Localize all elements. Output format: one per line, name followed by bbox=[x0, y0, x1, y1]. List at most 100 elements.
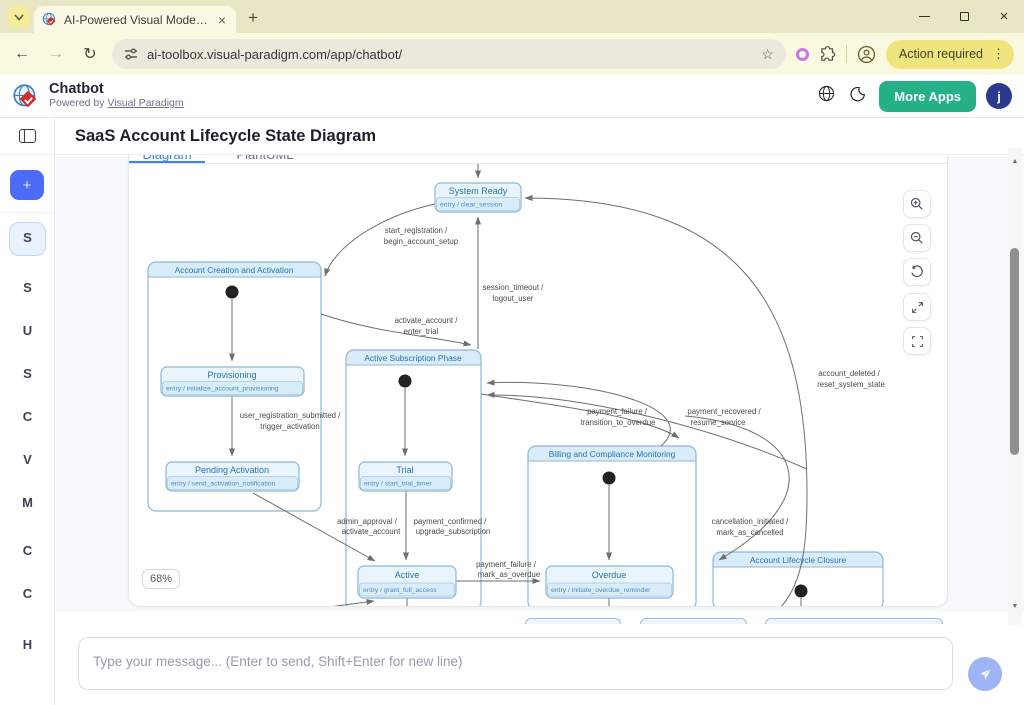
reload-button[interactable]: ↻ bbox=[78, 44, 102, 64]
zoom-in-button[interactable] bbox=[903, 190, 931, 218]
fullscreen-button[interactable] bbox=[903, 327, 931, 355]
extension-icon[interactable] bbox=[796, 48, 809, 61]
svg-text:account_deleted /: account_deleted / bbox=[818, 369, 880, 378]
sidebar-divider bbox=[0, 212, 54, 213]
message-input[interactable] bbox=[79, 638, 952, 689]
maximize-icon bbox=[960, 12, 969, 21]
card-tab-bar: Diagram PlantUML Source bbox=[129, 155, 947, 164]
app-header: Chatbot Powered by Visual Paradigm More … bbox=[0, 75, 1024, 118]
chevron-down-icon bbox=[14, 14, 24, 21]
svg-text:Account Creation and Activatio: Account Creation and Activation bbox=[175, 265, 294, 275]
action-required-button[interactable]: Action required ⋮ bbox=[886, 40, 1014, 69]
sidebar-item-chat-8[interactable]: C bbox=[0, 543, 55, 558]
svg-text:Provisioning: Provisioning bbox=[207, 370, 256, 380]
active-tab-underline bbox=[129, 161, 205, 163]
svg-text:payment_confirmed /: payment_confirmed / bbox=[414, 517, 488, 526]
svg-text:payment_failure /: payment_failure / bbox=[587, 407, 648, 416]
browser-tabstrip: AI-Powered Visual Modeling Ch × + × bbox=[0, 0, 1024, 33]
browser-window: AI-Powered Visual Modeling Ch × + × ← → … bbox=[0, 0, 1024, 705]
site-settings-icon[interactable] bbox=[124, 48, 138, 60]
composite-closure: Account Lifecycle Closure bbox=[713, 552, 883, 606]
fullscreen-icon bbox=[911, 335, 924, 348]
sidebar-item-chat-7[interactable]: M bbox=[0, 495, 55, 510]
state-diagram-canvas[interactable]: Account Creation and Activation Active S… bbox=[129, 164, 947, 606]
user-avatar[interactable]: j bbox=[986, 83, 1012, 109]
scrollbar-thumb[interactable] bbox=[1010, 248, 1019, 455]
visual-paradigm-link[interactable]: Visual Paradigm bbox=[107, 97, 183, 109]
expand-icon bbox=[911, 301, 924, 314]
new-tab-button[interactable]: + bbox=[248, 8, 258, 28]
app-name: Chatbot bbox=[49, 82, 184, 98]
sidebar-toggle-button[interactable] bbox=[0, 118, 54, 155]
profile-icon[interactable] bbox=[857, 45, 876, 64]
state-pending-activation: Pending Activation entry / send_activati… bbox=[166, 462, 299, 491]
sidebar-item-chat-6[interactable]: V bbox=[0, 452, 55, 467]
language-globe-icon[interactable] bbox=[815, 85, 837, 107]
svg-text:Pending Activation: Pending Activation bbox=[195, 465, 269, 475]
sidebar-item-chat-10[interactable]: H bbox=[0, 637, 55, 652]
message-input-box[interactable] bbox=[78, 637, 953, 690]
svg-text:Billing and Compliance Monitor: Billing and Compliance Monitoring bbox=[549, 449, 676, 459]
url-text[interactable]: ai-toolbox.visual-paradigm.com/app/chatb… bbox=[147, 47, 752, 62]
transition-labels: start_registration / begin_account_setup… bbox=[240, 226, 885, 579]
visual-paradigm-logo bbox=[12, 83, 39, 110]
reset-view-button[interactable] bbox=[903, 258, 931, 286]
page-scrollbar[interactable]: ▲ ▼ bbox=[1008, 148, 1022, 625]
svg-text:activate_account /: activate_account / bbox=[395, 316, 459, 325]
extensions-puzzle-icon[interactable] bbox=[819, 46, 836, 63]
clipped-diagram-element bbox=[765, 618, 943, 624]
bookmark-star-icon[interactable]: ☆ bbox=[761, 46, 774, 63]
svg-text:entry / start_trial_timer: entry / start_trial_timer bbox=[364, 481, 432, 488]
svg-text:System Ready: System Ready bbox=[449, 186, 508, 196]
tab-close-icon[interactable]: × bbox=[216, 13, 228, 27]
svg-text:entry / clear_session: entry / clear_session bbox=[440, 202, 503, 209]
svg-text:Overdue: Overdue bbox=[592, 570, 627, 580]
browser-tab-active[interactable]: AI-Powered Visual Modeling Ch × bbox=[34, 6, 236, 33]
send-icon bbox=[978, 667, 993, 682]
forward-button[interactable]: → bbox=[44, 45, 68, 63]
back-button[interactable]: ← bbox=[10, 45, 34, 63]
svg-text:session_timeout /: session_timeout / bbox=[483, 283, 545, 292]
initial-state-active-subscription bbox=[399, 375, 412, 388]
more-apps-button[interactable]: More Apps bbox=[879, 81, 976, 112]
svg-text:resume_service: resume_service bbox=[690, 418, 745, 427]
svg-text:trigger_activation: trigger_activation bbox=[260, 422, 319, 431]
panel-toggle-icon bbox=[19, 129, 36, 143]
sidebar-item-chat-4[interactable]: S bbox=[0, 366, 55, 381]
zoom-in-icon bbox=[910, 197, 924, 211]
new-chat-button[interactable]: + bbox=[10, 170, 44, 200]
sidebar-item-chat-5[interactable]: C bbox=[0, 409, 55, 424]
sidebar-item-chat-1[interactable]: S bbox=[0, 230, 55, 245]
maximize-button[interactable] bbox=[944, 0, 984, 33]
browser-menu-icon[interactable]: ⋮ bbox=[989, 46, 1008, 62]
svg-text:payment_failure /: payment_failure / bbox=[476, 560, 537, 569]
fit-to-screen-button[interactable] bbox=[903, 293, 931, 321]
dark-mode-moon-icon[interactable] bbox=[847, 86, 869, 107]
initial-state-closure bbox=[795, 585, 808, 598]
svg-text:user_registration_submitted /: user_registration_submitted / bbox=[240, 411, 341, 420]
svg-text:entry / send_activation_notifi: entry / send_activation_notification bbox=[171, 481, 276, 488]
state-system-ready: System Ready entry / clear_session bbox=[435, 183, 521, 212]
favicon-visual-paradigm bbox=[42, 12, 57, 27]
scroll-down-icon[interactable]: ▼ bbox=[1008, 603, 1022, 610]
zoom-out-button[interactable] bbox=[903, 224, 931, 252]
sidebar-item-chat-3[interactable]: U bbox=[0, 323, 55, 338]
address-bar[interactable]: ai-toolbox.visual-paradigm.com/app/chatb… bbox=[112, 39, 786, 69]
sidebar-item-chat-9[interactable]: C bbox=[0, 586, 55, 601]
svg-text:admin_approval /: admin_approval / bbox=[337, 517, 398, 526]
scroll-up-icon[interactable]: ▲ bbox=[1008, 158, 1022, 165]
tab-search-button[interactable] bbox=[8, 6, 30, 28]
svg-text:payment_recovered /: payment_recovered / bbox=[687, 407, 761, 416]
send-button[interactable] bbox=[968, 657, 1002, 691]
close-button[interactable]: × bbox=[984, 0, 1024, 33]
toolbar-divider bbox=[846, 45, 847, 63]
chat-scroll-area[interactable]: Diagram PlantUML Source bbox=[55, 155, 1024, 612]
svg-text:logout_user: logout_user bbox=[493, 294, 534, 303]
transition-arrows bbox=[232, 164, 807, 606]
zoom-out-icon bbox=[910, 231, 924, 245]
sidebar-item-chat-2[interactable]: S bbox=[0, 280, 55, 295]
reset-icon bbox=[910, 265, 924, 279]
tab-plantuml-source[interactable]: PlantUML Source bbox=[217, 155, 313, 164]
minimize-button[interactable] bbox=[904, 0, 944, 33]
page-title: SaaS Account Lifecycle State Diagram bbox=[55, 118, 1024, 155]
